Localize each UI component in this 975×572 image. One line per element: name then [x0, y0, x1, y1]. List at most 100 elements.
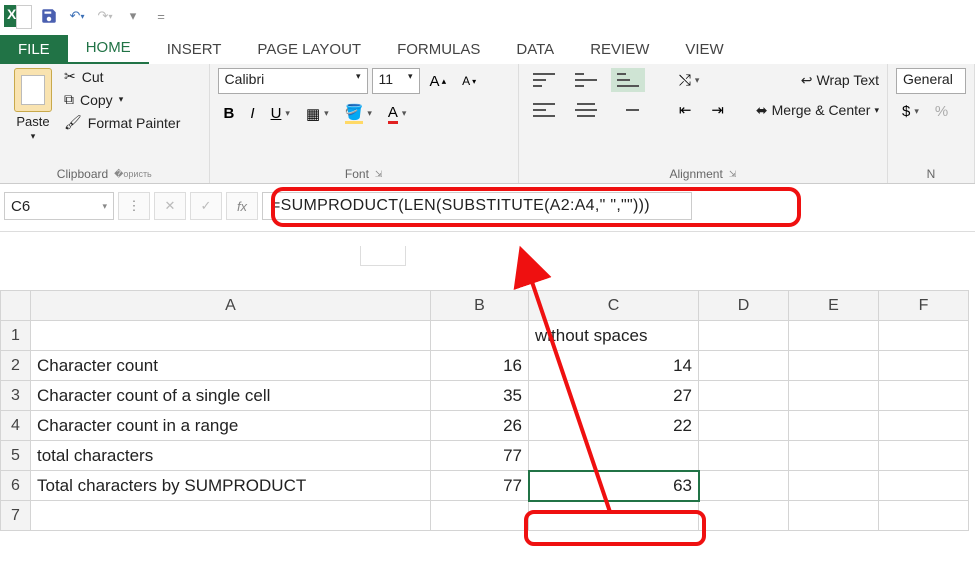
align-top-button[interactable] — [527, 68, 561, 92]
row-header[interactable]: 5 — [1, 441, 31, 471]
cell[interactable] — [699, 411, 789, 441]
cell[interactable] — [789, 441, 879, 471]
row-header[interactable]: 1 — [1, 321, 31, 351]
tab-review[interactable]: REVIEW — [572, 35, 667, 64]
align-right-button[interactable] — [611, 98, 645, 122]
cell[interactable]: Character count in a range — [31, 411, 431, 441]
cell[interactable] — [879, 441, 969, 471]
cell[interactable]: without spaces — [529, 321, 699, 351]
tab-file[interactable]: FILE — [0, 35, 68, 64]
align-left-button[interactable] — [527, 98, 561, 122]
col-header-F[interactable]: F — [879, 291, 969, 321]
increase-indent-button[interactable]: ⇥ — [705, 98, 730, 122]
dialog-launcher-icon[interactable]: �ористь — [114, 169, 152, 180]
cell[interactable] — [31, 321, 431, 351]
row-header[interactable]: 3 — [1, 381, 31, 411]
cell[interactable]: 35 — [431, 381, 529, 411]
cell[interactable] — [699, 441, 789, 471]
row-header[interactable]: 4 — [1, 411, 31, 441]
cell[interactable] — [699, 501, 789, 531]
tab-home[interactable]: HOME — [68, 33, 149, 64]
cell[interactable]: total characters — [31, 441, 431, 471]
cell[interactable] — [431, 321, 529, 351]
bold-button[interactable]: B — [218, 102, 241, 125]
qat-customize-icon[interactable]: ▾ — [122, 5, 144, 27]
cell-active[interactable]: 63 — [529, 471, 699, 501]
tab-insert[interactable]: INSERT — [149, 35, 240, 64]
paste-button[interactable]: Paste ▾ — [8, 68, 58, 142]
save-icon[interactable] — [38, 5, 60, 27]
tab-view[interactable]: VIEW — [667, 35, 741, 64]
col-header-C[interactable]: C — [529, 291, 699, 321]
merge-center-button[interactable]: ⬌Merge & Center ▾ — [756, 102, 879, 119]
cell[interactable] — [789, 321, 879, 351]
decrease-font-button[interactable]: A▾ — [456, 71, 482, 91]
row-header[interactable]: 2 — [1, 351, 31, 381]
decrease-indent-button[interactable]: ⇤ — [673, 98, 698, 122]
cell[interactable] — [789, 501, 879, 531]
cell[interactable] — [529, 501, 699, 531]
cell[interactable] — [699, 351, 789, 381]
cell[interactable] — [879, 351, 969, 381]
cell[interactable] — [31, 501, 431, 531]
cell[interactable]: 16 — [431, 351, 529, 381]
orientation-button[interactable]: ⤭ — [673, 69, 706, 92]
wrap-text-button[interactable]: ↩Wrap Text — [801, 72, 879, 89]
row-header[interactable]: 7 — [1, 501, 31, 531]
cell[interactable] — [789, 411, 879, 441]
cell[interactable] — [879, 321, 969, 351]
cancel-formula-button[interactable]: ✕ — [154, 192, 186, 220]
cell[interactable] — [789, 381, 879, 411]
currency-button[interactable]: $ — [896, 100, 925, 123]
formula-input[interactable]: =SUMPRODUCT(LEN(SUBSTITUTE(A2:A4," ","")… — [262, 192, 692, 220]
worksheet-grid[interactable]: A B C D E F 1 without spaces 2 Character… — [0, 290, 969, 531]
tab-data[interactable]: DATA — [498, 35, 572, 64]
cell[interactable]: 77 — [431, 441, 529, 471]
cell[interactable]: 77 — [431, 471, 529, 501]
align-middle-button[interactable] — [569, 68, 603, 92]
tab-formulas[interactable]: FORMULAS — [379, 35, 498, 64]
cell[interactable] — [431, 501, 529, 531]
cell[interactable]: Character count — [31, 351, 431, 381]
cell[interactable]: Total characters by SUMPRODUCT — [31, 471, 431, 501]
insert-function-button[interactable]: fx — [226, 192, 258, 220]
cell[interactable] — [879, 471, 969, 501]
col-header-E[interactable]: E — [789, 291, 879, 321]
italic-button[interactable]: I — [244, 102, 260, 125]
copy-button[interactable]: ⧉ Copy ▾ — [64, 91, 180, 108]
font-size-select[interactable]: 11 ▾ — [372, 68, 420, 94]
cut-button[interactable]: ✂ Cut — [64, 68, 180, 85]
align-bottom-button[interactable] — [611, 68, 645, 92]
dialog-launcher-icon[interactable]: ⇲ — [375, 169, 383, 180]
cell[interactable] — [529, 441, 699, 471]
cell[interactable] — [699, 321, 789, 351]
cell[interactable] — [789, 351, 879, 381]
cell[interactable] — [699, 471, 789, 501]
undo-icon[interactable]: ↶▾ — [66, 5, 88, 27]
format-painter-button[interactable]: 🖌 Format Painter — [64, 114, 180, 131]
cell[interactable]: 27 — [529, 381, 699, 411]
font-color-button[interactable]: A — [382, 101, 413, 127]
fill-color-button[interactable]: 🪣 — [339, 100, 378, 127]
tab-page-layout[interactable]: PAGE LAYOUT — [239, 35, 379, 64]
select-all-corner[interactable] — [1, 291, 31, 321]
redo-icon[interactable]: ↷▾ — [94, 5, 116, 27]
border-button[interactable]: ▦ — [300, 102, 335, 126]
align-center-button[interactable] — [569, 98, 603, 122]
cell[interactable]: 26 — [431, 411, 529, 441]
increase-font-button[interactable]: A▴ — [424, 70, 453, 93]
font-name-select[interactable]: Calibri ▾ — [218, 68, 368, 94]
cell[interactable]: 22 — [529, 411, 699, 441]
percent-button[interactable]: % — [929, 100, 954, 123]
number-format-select[interactable]: General — [896, 68, 966, 94]
row-header[interactable]: 6 — [1, 471, 31, 501]
cell[interactable] — [789, 471, 879, 501]
col-header-D[interactable]: D — [699, 291, 789, 321]
formula-bar-expand[interactable] — [360, 246, 406, 266]
cell[interactable] — [879, 501, 969, 531]
dialog-launcher-icon[interactable]: ⇲ — [729, 169, 737, 180]
cell[interactable]: 14 — [529, 351, 699, 381]
enter-formula-button[interactable]: ✓ — [190, 192, 222, 220]
cell[interactable] — [879, 381, 969, 411]
cell[interactable] — [699, 381, 789, 411]
